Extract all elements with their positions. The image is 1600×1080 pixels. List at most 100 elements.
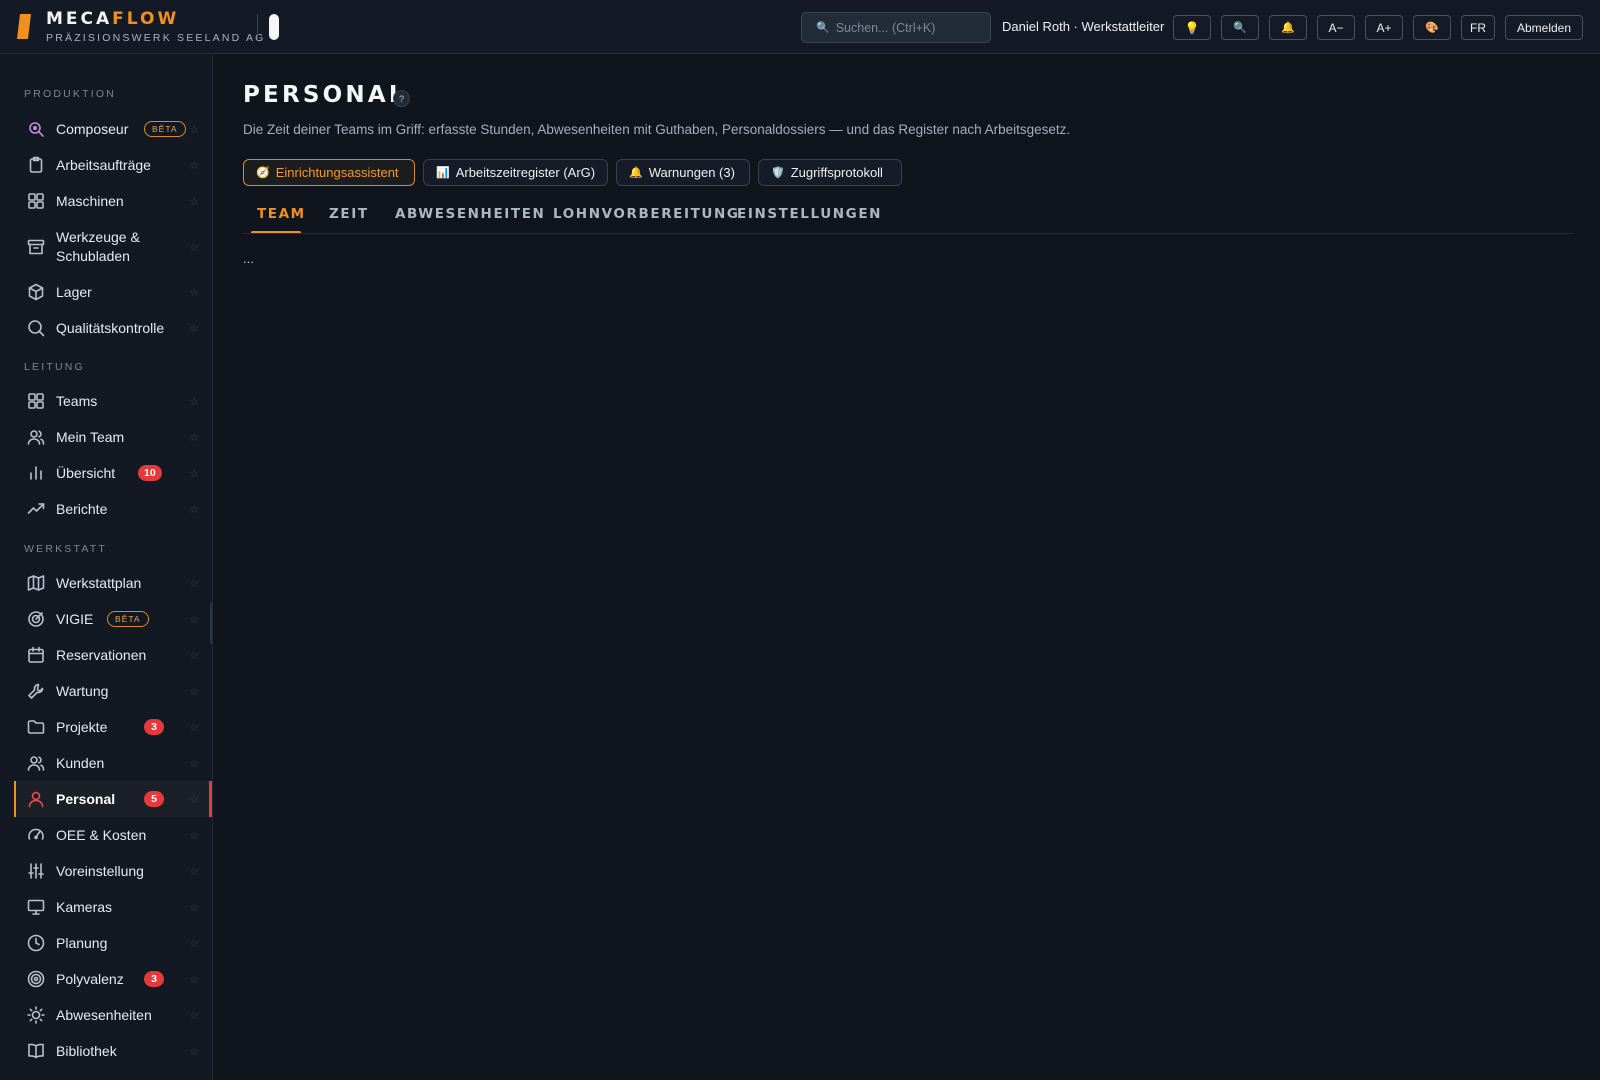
warnings-button[interactable]: 🔔 Warnungen (3) xyxy=(616,159,750,186)
font-smaller-button[interactable]: A− xyxy=(1317,15,1355,40)
search-input[interactable]: 🔍 Suchen... (Ctrl+K) xyxy=(801,12,991,43)
palette-icon: 🎨 xyxy=(1425,22,1439,34)
favorite-star-icon[interactable]: ☆ xyxy=(189,395,199,408)
sidebar-item-label: Lager xyxy=(56,283,92,300)
favorite-star-icon[interactable]: ☆ xyxy=(189,901,199,914)
chip-label: Arbeitszeitregister (ArG) xyxy=(455,165,596,180)
search-button[interactable]: 🔍 xyxy=(1221,15,1259,40)
logout-button[interactable]: Abmelden xyxy=(1505,15,1583,40)
users-icon xyxy=(27,428,45,446)
notifications-button[interactable]: 🔔 xyxy=(1269,15,1307,40)
help-icon[interactable]: ? xyxy=(393,90,410,107)
sidebar-item-uebersicht[interactable]: Übersicht 10 ☆ xyxy=(14,455,212,491)
sidebar-item-wartung[interactable]: Wartung ☆ xyxy=(14,673,212,709)
sidebar-item-teams[interactable]: Teams ☆ xyxy=(14,383,212,419)
sidebar-item-mein-team[interactable]: Mein Team ☆ xyxy=(14,419,212,455)
favorite-star-icon[interactable]: ☆ xyxy=(189,1009,199,1022)
access-log-button[interactable]: 🛡️ Zugriffsprotokoll xyxy=(758,159,902,186)
sidebar-item-label: Planung xyxy=(56,934,108,951)
clock-icon xyxy=(27,934,45,952)
user-label: Daniel Roth · Werkstattleiter xyxy=(1002,19,1165,34)
sidebar-item-berichte[interactable]: Berichte ☆ xyxy=(14,491,212,527)
favorite-star-icon[interactable]: ☆ xyxy=(189,286,199,299)
working-time-register-button[interactable]: 📊 Arbeitszeitregister (ArG) xyxy=(423,159,608,186)
user-icon xyxy=(27,790,45,808)
setup-wizard-button[interactable]: 🧭 Einrichtungsassistent xyxy=(243,159,415,186)
brand-subtitle: PRÄZISIONSWERK SEELAND AG xyxy=(46,32,266,44)
archive-icon xyxy=(27,238,45,256)
favorite-star-icon[interactable]: ☆ xyxy=(189,757,199,770)
favorite-star-icon[interactable]: ☆ xyxy=(189,577,199,590)
sidebar-item-personal[interactable]: Personal 5 ☆ xyxy=(14,781,212,817)
sidebar-item-label: Werkzeuge & Schubladen xyxy=(56,229,140,264)
lightbulb-icon: 💡 xyxy=(1184,20,1200,35)
favorite-star-icon[interactable]: ☆ xyxy=(189,613,199,626)
sidebar-item-bibliothek[interactable]: Bibliothek ☆ xyxy=(14,1033,212,1069)
favorite-star-icon[interactable]: ☆ xyxy=(189,721,199,734)
favorite-star-icon[interactable]: ☆ xyxy=(189,467,199,480)
sidebar-item-qualitaetskontrolle[interactable]: Qualitätskontrolle ☆ xyxy=(14,310,212,346)
favorite-star-icon[interactable]: ☆ xyxy=(189,865,199,878)
sun-icon xyxy=(27,1006,45,1024)
sidebar-item-oee-kosten[interactable]: OEE & Kosten ☆ xyxy=(14,817,212,853)
sidebar-toggle-button[interactable] xyxy=(269,14,279,40)
sidebar-item-abwesenheiten[interactable]: Abwesenheiten ☆ xyxy=(14,997,212,1033)
sidebar-item-kunden[interactable]: Kunden ☆ xyxy=(14,745,212,781)
favorite-star-icon[interactable]: ☆ xyxy=(189,829,199,842)
target-icon xyxy=(27,970,45,988)
sidebar-item-lager[interactable]: Lager ☆ xyxy=(14,274,212,310)
favorite-star-icon[interactable]: ☆ xyxy=(189,503,199,516)
favorite-star-icon[interactable]: ☆ xyxy=(189,431,199,444)
sidebar-item-label: Projekte xyxy=(56,718,108,735)
favorite-star-icon[interactable]: ☆ xyxy=(189,322,199,335)
favorite-star-icon[interactable]: ☆ xyxy=(189,649,199,662)
sidebar-item-label: Kameras xyxy=(56,898,113,915)
favorite-star-icon[interactable]: ☆ xyxy=(189,195,199,208)
search-icon xyxy=(27,319,45,337)
search-icon: 🔍 xyxy=(816,22,830,34)
language-button[interactable]: FR xyxy=(1461,15,1495,40)
tab-lohnvorbereitung[interactable]: LOHNVORBEREITUNG xyxy=(553,206,740,222)
sidebar-item-arbeitsauftraege[interactable]: Arbeitsaufträge ☆ xyxy=(14,147,212,183)
sidebar-item-reservationen[interactable]: Reservationen ☆ xyxy=(14,637,212,673)
sidebar-item-projekte[interactable]: Projekte 3 ☆ xyxy=(14,709,212,745)
trending-up-icon xyxy=(27,500,45,518)
favorite-star-icon[interactable]: ☆ xyxy=(189,937,199,950)
sidebar-item-label: Qualitätskontrolle xyxy=(56,319,165,336)
sidebar-item-planung[interactable]: Planung ☆ xyxy=(14,925,212,961)
sidebar-item-kameras[interactable]: Kameras ☆ xyxy=(14,889,212,925)
favorite-star-icon[interactable]: ☆ xyxy=(189,973,199,986)
favorite-star-icon[interactable]: ☆ xyxy=(189,685,199,698)
sidebar-item-polyvalenz[interactable]: Polyvalenz 3 ☆ xyxy=(14,961,212,997)
tab-team[interactable]: TEAM xyxy=(257,206,306,222)
search-placeholder: Suchen... (Ctrl+K) xyxy=(835,20,936,35)
compass-icon: 🧭 xyxy=(256,167,270,179)
favorite-star-icon[interactable]: ☆ xyxy=(189,793,199,806)
favorite-star-icon[interactable]: ☆ xyxy=(189,123,199,136)
favorite-star-icon[interactable]: ☆ xyxy=(189,241,199,254)
font-larger-button[interactable]: A+ xyxy=(1365,15,1403,40)
count-badge: 3 xyxy=(144,719,164,735)
sidebar-item-werkstattplan[interactable]: Werkstattplan ☆ xyxy=(14,565,212,601)
sidebar-item-voreinstellung[interactable]: Voreinstellung ☆ xyxy=(14,853,212,889)
top-bar: MECAFLOW PRÄZISIONSWERK SEELAND AG 🔍 Suc… xyxy=(0,0,1600,54)
favorite-star-icon[interactable]: ☆ xyxy=(189,159,199,172)
sidebar-item-vigie[interactable]: VIGIE BÊTA ☆ xyxy=(14,601,212,637)
favorite-star-icon[interactable]: ☆ xyxy=(189,1045,199,1058)
section-leitung: LEITUNG xyxy=(24,361,85,373)
chip-label: Warnungen (3) xyxy=(648,165,735,180)
shield-icon: 🛡️ xyxy=(771,167,785,179)
tab-abwesenheiten[interactable]: ABWESENHEITEN xyxy=(395,206,545,222)
sidebar-item-maschinen[interactable]: Maschinen ☆ xyxy=(14,183,212,219)
monitor-icon xyxy=(27,898,45,916)
tab-einstellungen[interactable]: EINSTELLUNGEN xyxy=(737,206,882,222)
tab-zeit[interactable]: ZEIT xyxy=(329,206,369,222)
sidebar-item-composeur[interactable]: Composeur BÊTA ☆ xyxy=(14,111,212,147)
sidebar-item-label: Bibliothek xyxy=(56,1042,117,1059)
theme-button[interactable]: 🎨 xyxy=(1413,15,1451,40)
sidebar-item-werkzeuge[interactable]: Werkzeuge & Schubladen ☆ xyxy=(14,219,212,275)
page-subtitle: Die Zeit deiner Teams im Griff: erfasste… xyxy=(243,122,1071,137)
bell-icon: 🔔 xyxy=(1281,22,1295,34)
tips-button[interactable]: 💡 xyxy=(1173,15,1211,40)
gauge-icon xyxy=(27,826,45,844)
